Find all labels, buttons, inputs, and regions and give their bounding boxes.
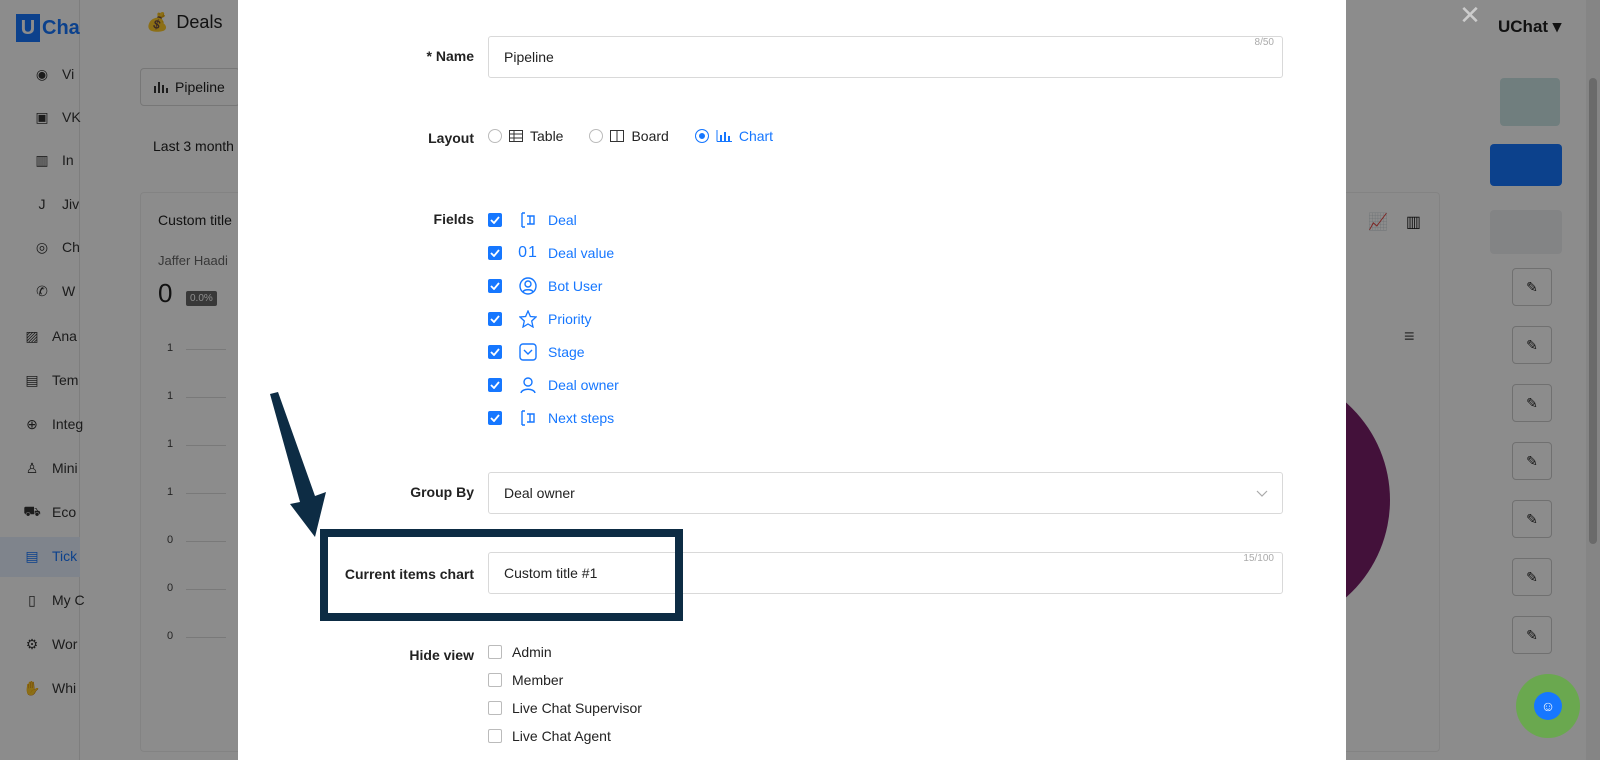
field-checkbox[interactable] bbox=[488, 312, 502, 326]
text-cursor-icon bbox=[518, 408, 538, 428]
chat-widget-button[interactable]: ☺ bbox=[1516, 674, 1580, 738]
hide-view-option[interactable]: Admin bbox=[488, 644, 552, 660]
text-cursor-icon bbox=[518, 210, 538, 230]
layout-option-board-label: Board bbox=[631, 128, 669, 144]
group-by-select[interactable]: Deal owner bbox=[488, 472, 1283, 514]
field-option[interactable]: Priority bbox=[488, 309, 592, 329]
dropdown-icon bbox=[518, 342, 538, 362]
hide-view-checkbox[interactable] bbox=[488, 673, 502, 687]
group-by-value: Deal owner bbox=[504, 485, 575, 501]
field-option[interactable]: Deal bbox=[488, 210, 577, 230]
field-option-label: Bot User bbox=[548, 278, 603, 294]
hide-view-option-label: Admin bbox=[512, 644, 552, 660]
field-option[interactable]: 01 Deal value bbox=[488, 243, 614, 263]
chat-bubble-icon: ☺ bbox=[1534, 692, 1562, 720]
field-option[interactable]: Deal owner bbox=[488, 375, 619, 395]
required-mark: * bbox=[426, 48, 432, 64]
hide-view-checkbox[interactable] bbox=[488, 729, 502, 743]
table-icon bbox=[509, 130, 523, 142]
chevron-down-icon bbox=[1256, 485, 1268, 501]
field-option-label: Deal owner bbox=[548, 377, 619, 393]
field-option-label: Deal value bbox=[548, 245, 615, 261]
hide-view-option[interactable]: Member bbox=[488, 672, 563, 688]
field-checkbox[interactable] bbox=[488, 279, 502, 293]
hide-view-option[interactable]: Live Chat Agent bbox=[488, 728, 611, 744]
field-checkbox[interactable] bbox=[488, 213, 502, 227]
fields-label: Fields bbox=[433, 211, 474, 227]
hide-view-option-label: Member bbox=[512, 672, 564, 688]
hide-view-checkbox[interactable] bbox=[488, 701, 502, 715]
name-input[interactable]: Pipeline 8/50 bbox=[488, 36, 1283, 78]
layout-option-chart[interactable]: Chart bbox=[694, 128, 774, 144]
hide-view-option-label: Live Chat Supervisor bbox=[512, 700, 642, 716]
chart-title-char-counter: 15/100 bbox=[1243, 553, 1274, 564]
annotation-arrow-icon bbox=[270, 392, 326, 537]
field-checkbox[interactable] bbox=[488, 378, 502, 392]
hide-view-option[interactable]: Live Chat Supervisor bbox=[488, 700, 642, 716]
field-option[interactable]: Next steps bbox=[488, 408, 614, 428]
layout-option-chart-label: Chart bbox=[738, 128, 774, 144]
hide-view-option-label: Live Chat Agent bbox=[512, 728, 611, 744]
field-option-label: Next steps bbox=[548, 410, 615, 426]
hide-view-label: Hide view bbox=[409, 647, 474, 663]
chart-icon bbox=[716, 130, 732, 142]
field-option[interactable]: Stage bbox=[488, 342, 585, 362]
field-option-label: Stage bbox=[548, 344, 585, 360]
radio-table[interactable] bbox=[488, 129, 502, 143]
field-checkbox[interactable] bbox=[488, 411, 502, 425]
field-checkbox[interactable] bbox=[488, 345, 502, 359]
close-icon[interactable]: ✕ bbox=[1456, 2, 1484, 30]
radio-board[interactable] bbox=[589, 129, 604, 143]
field-option-label: Priority bbox=[548, 311, 592, 327]
layout-option-table[interactable]: Table bbox=[488, 128, 563, 144]
layout-option-table-label: Table bbox=[530, 128, 564, 144]
name-char-counter: 8/50 bbox=[1254, 37, 1274, 48]
field-checkbox[interactable] bbox=[488, 246, 502, 260]
layout-label: Layout bbox=[428, 130, 474, 146]
user-circle-icon bbox=[518, 276, 538, 296]
annotation-highlight-box bbox=[320, 529, 683, 621]
name-input-value: Pipeline bbox=[504, 49, 554, 65]
layout-option-board[interactable]: Board bbox=[589, 128, 669, 144]
board-icon bbox=[610, 130, 625, 142]
radio-chart[interactable] bbox=[694, 129, 709, 143]
name-label: * Name bbox=[254, 48, 474, 64]
hide-view-checkbox[interactable] bbox=[488, 645, 502, 659]
field-option[interactable]: Bot User bbox=[488, 276, 602, 296]
field-option-label: Deal bbox=[548, 212, 577, 228]
name-label-text: Name bbox=[435, 48, 474, 64]
layout-options: Table Board Chart bbox=[488, 128, 773, 144]
edit-view-modal bbox=[238, 0, 1346, 760]
number-icon: 01 bbox=[518, 244, 538, 261]
person-icon bbox=[518, 375, 538, 395]
star-icon bbox=[518, 309, 538, 329]
